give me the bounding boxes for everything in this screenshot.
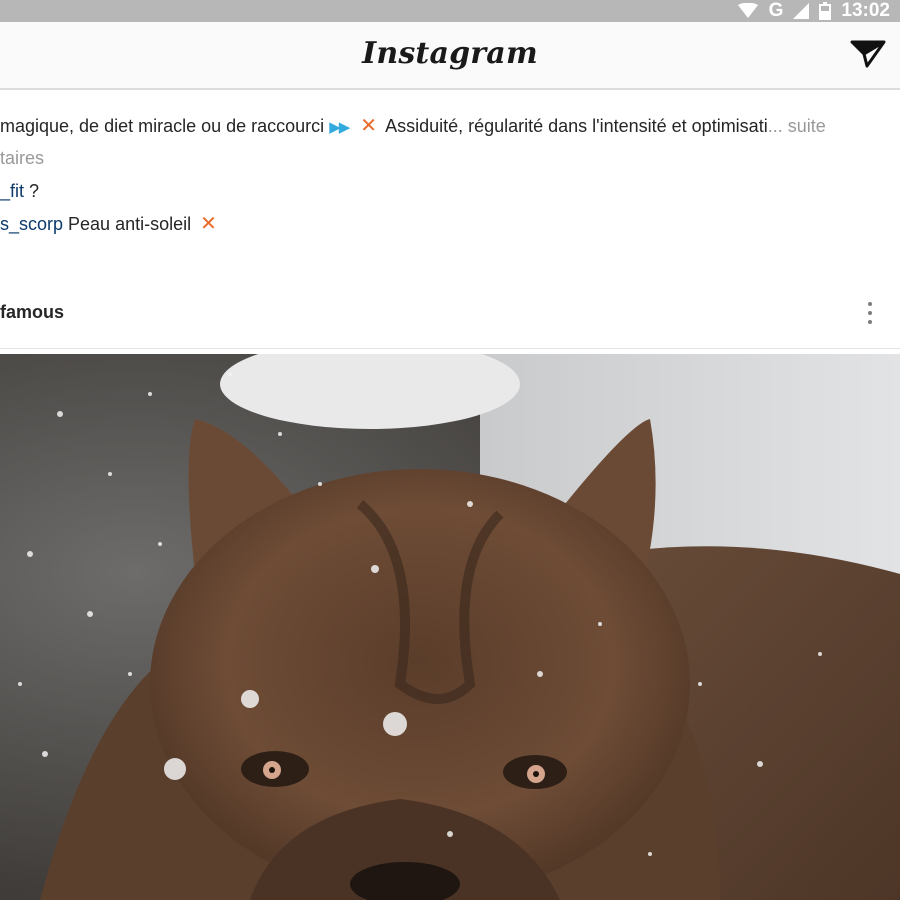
paper-plane-icon [850,40,886,68]
dog-photo [0,354,900,900]
status-bar: G 13:02 [0,0,900,22]
post-username[interactable]: famous [0,302,64,323]
status-icons: G 13:02 [737,0,890,22]
comment-text: Peau anti-soleil [63,214,192,234]
post-image[interactable] [0,354,900,900]
view-comments-link[interactable]: taires [0,146,44,170]
comment-username[interactable]: s_scorp [0,214,63,234]
caption-line-1: magique, de diet miracle ou de raccourci… [0,114,826,140]
caption-text: magique, de diet miracle ou de raccourci [0,116,325,136]
network-type-label: G [768,0,784,21]
signal-icon [793,3,810,19]
battery-icon [819,2,832,20]
comment-username[interactable]: _fit [0,181,24,201]
caption-ellipsis: ... [767,116,783,136]
comment-row: s_scorp Peau anti-soleil ✕ [0,212,221,236]
status-clock: 13:02 [841,0,890,21]
fast-forward-emoji: ▶▶ [329,119,350,136]
more-vertical-icon[interactable] [866,302,874,326]
comment-text: ? [24,181,40,201]
app-header: Instagram [0,22,900,90]
instagram-logo: Instagram [362,36,538,71]
caption-text-continued: Assiduité, régularité dans l'intensité e… [385,116,768,136]
direct-messages-button[interactable] [850,38,886,70]
post-header: famous [0,290,900,349]
cross-mark-icon: ✕ [360,115,378,137]
comment-row: _fit ? [0,179,39,203]
cross-mark-icon: ✕ [200,213,217,235]
caption-more-link[interactable]: suite [788,116,826,136]
wifi-icon [737,3,759,19]
